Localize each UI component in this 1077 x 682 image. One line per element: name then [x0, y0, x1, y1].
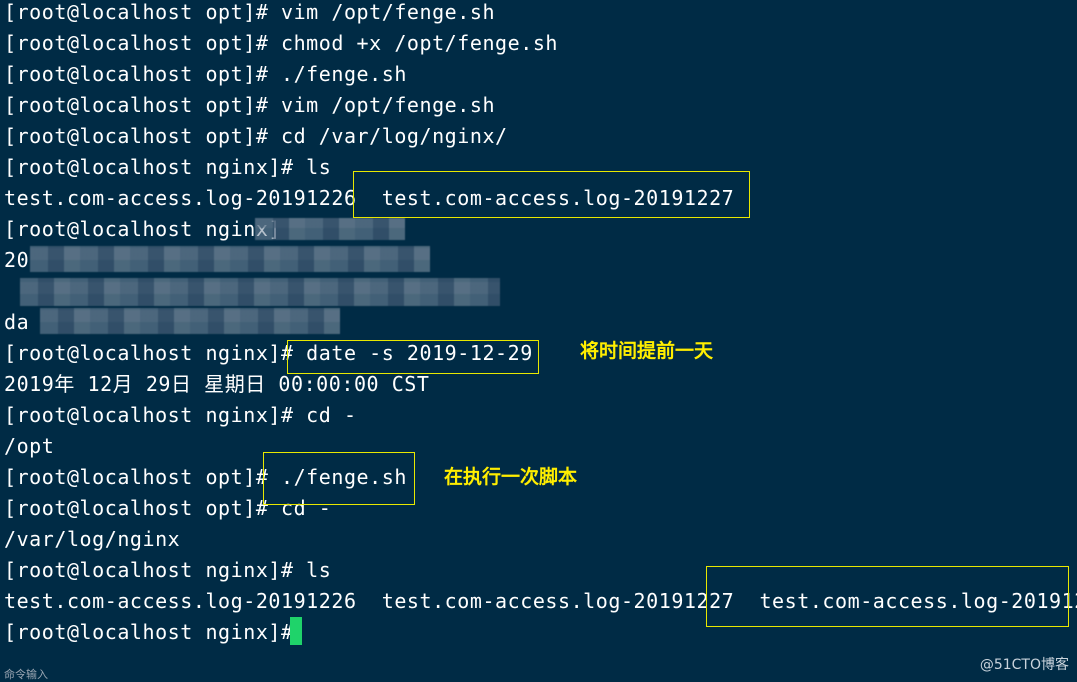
highlight-box-script-run: [263, 452, 415, 505]
terminal-line: [root@localhost nginx]# ls: [4, 155, 332, 179]
highlight-box-date-command: [287, 340, 539, 374]
terminal-line: /opt: [4, 434, 55, 458]
terminal-line: /var/log/nginx: [4, 527, 181, 551]
terminal-cursor: [290, 617, 302, 645]
terminal-line: [root@localhost nginx]: [4, 217, 282, 241]
highlight-box-log-20191228: [706, 566, 1069, 627]
terminal-prompt-line: [root@localhost nginx]#: [4, 620, 307, 644]
redacted-block: [20, 278, 500, 306]
watermark: @51CTO博客: [979, 657, 1069, 673]
terminal-line: [root@localhost nginx]# ls: [4, 558, 332, 582]
terminal-line: 20: [4, 248, 30, 272]
annotation-note: 在执行一次脚本: [444, 466, 578, 488]
terminal-line: [root@localhost opt]# cd /var/log/nginx/: [4, 124, 508, 148]
terminal-line: [root@localhost nginx]# cd -: [4, 403, 357, 427]
terminal-line: da: [4, 310, 30, 334]
redacted-block: [30, 246, 430, 272]
highlight-box-log-20191227: [353, 171, 750, 218]
terminal-line: [root@localhost opt]# vim /opt/fenge.sh: [4, 0, 496, 24]
terminal-line: [root@localhost opt]# ./fenge.sh: [4, 62, 407, 86]
terminal-line: [root@localhost opt]# chmod +x /opt/feng…: [4, 31, 559, 55]
redacted-block: [40, 308, 340, 334]
terminal-line: [root@localhost opt]# vim /opt/fenge.sh: [4, 93, 496, 117]
redacted-block: [255, 218, 405, 240]
annotation-note: 将时间提前一天: [580, 340, 714, 362]
terminal-window[interactable]: [root@localhost opt]# vim /opt/fenge.sh …: [0, 0, 1077, 680]
